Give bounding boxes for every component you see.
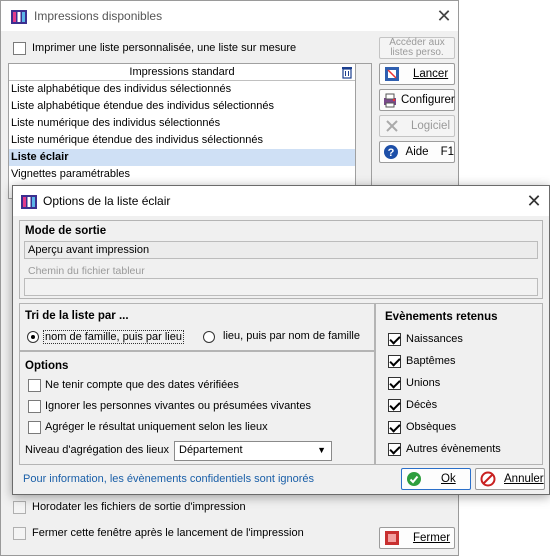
close-label: Fermer — [413, 532, 451, 544]
svg-text:?: ? — [388, 147, 395, 159]
spreadsheet-path-input[interactable] — [24, 278, 538, 296]
close-icon[interactable]: ✕ — [521, 190, 547, 212]
access-lists-label: Accéder aux listes perso. — [389, 37, 445, 58]
options-panel: Options Ne tenir compte que des dates vé… — [19, 351, 375, 465]
timestamp-checkbox[interactable] — [13, 501, 26, 514]
ok-button[interactable]: Ok — [401, 468, 471, 490]
timestamp-label: Horodater les fichiers de sortie d'impre… — [32, 501, 246, 513]
list-header-label: Impressions standard — [129, 66, 235, 78]
launch-button[interactable]: Lancer — [379, 63, 455, 85]
list-item[interactable]: Liste numérique étendue des individus sé… — [9, 132, 355, 149]
baptisms-checkbox[interactable] — [388, 355, 401, 368]
events-panel: Evènements retenus Naissances Baptêmes U… — [375, 303, 543, 465]
sort-title: Tri de la liste par ... — [25, 310, 129, 322]
list-item[interactable]: Liste numérique des individus sélectionn… — [9, 115, 355, 132]
aggregation-level-select[interactable]: Département ▼ — [174, 441, 332, 461]
custom-list-checkbox[interactable] — [13, 42, 26, 55]
cancel-button[interactable]: Annuler — [475, 468, 545, 490]
app-icon — [21, 195, 37, 209]
deaths-checkbox[interactable] — [388, 399, 401, 412]
other-events-label: Autres évènements — [406, 443, 501, 455]
sort-panel: Tri de la liste par ... nom de famille, … — [19, 303, 375, 351]
events-title: Evènements retenus — [385, 311, 498, 323]
help-icon: ? — [382, 143, 401, 161]
aggregate-places-checkbox[interactable] — [28, 421, 41, 434]
output-mode-field[interactable]: Aperçu avant impression — [24, 241, 538, 259]
software-label: Logiciel — [411, 120, 450, 132]
verified-dates-label: Ne tenir compte que des dates vérifiées — [45, 379, 239, 391]
output-mode-title: Mode de sortie — [25, 225, 107, 237]
configure-button[interactable]: Configurer — [379, 89, 455, 111]
verified-dates-checkbox[interactable] — [28, 379, 41, 392]
sort-name-label: nom de famille, puis par lieu — [43, 330, 184, 344]
window-title: Impressions disponibles — [34, 9, 163, 23]
spreadsheet-path-label: Chemin du fichier tableur — [28, 265, 145, 277]
ignore-living-checkbox[interactable] — [28, 400, 41, 413]
configure-label: Configurer — [401, 94, 455, 106]
close-after-checkbox[interactable] — [13, 527, 26, 540]
sort-place-radio[interactable] — [203, 331, 215, 343]
unions-checkbox[interactable] — [388, 377, 401, 390]
print-icon — [382, 65, 402, 83]
printer-settings-icon — [382, 91, 398, 109]
cancel-icon — [478, 470, 498, 488]
chevron-down-icon: ▼ — [317, 445, 326, 455]
baptisms-label: Baptêmes — [406, 355, 456, 367]
launch-label: Lancer — [413, 68, 449, 80]
close-icon[interactable]: ✕ — [431, 5, 457, 27]
sort-name-radio[interactable] — [27, 331, 39, 343]
deaths-label: Décès — [406, 399, 438, 411]
funerals-checkbox[interactable] — [388, 421, 401, 434]
ok-label: Ok — [441, 473, 456, 485]
funerals-label: Obsèques — [406, 421, 457, 433]
list-header: Impressions standard — [9, 64, 355, 81]
help-label: Aide — [405, 146, 429, 158]
close-after-label: Fermer cette fenêtre après le lancement … — [32, 527, 304, 539]
custom-list-label: Imprimer une liste personnalisée, une li… — [32, 42, 297, 54]
help-button[interactable]: ? Aide F1 — [379, 141, 455, 163]
births-label: Naissances — [406, 333, 463, 345]
births-checkbox[interactable] — [388, 333, 401, 346]
window-titlebar: Impressions disponibles ✕ — [1, 1, 458, 31]
tools-icon — [382, 117, 402, 135]
list-item[interactable]: Liste alphabétique des individus sélecti… — [9, 81, 355, 98]
ignore-living-label: Ignorer les personnes vivantes ou présum… — [45, 400, 311, 412]
output-mode-panel: Mode de sortie Aperçu avant impression C… — [19, 220, 543, 299]
options-title: Options — [25, 360, 69, 372]
options-dialog: Options de la liste éclair ✕ Mode de sor… — [12, 185, 550, 495]
aggregation-level-value: Département — [179, 444, 243, 456]
dialog-title: Options de la liste éclair — [43, 194, 171, 208]
aggregate-places-label: Agréger le résultat uniquement selon les… — [45, 421, 268, 433]
close-button[interactable]: Fermer — [379, 527, 455, 549]
confidential-info: Pour information, les évènements confide… — [23, 473, 315, 485]
list-item-selected[interactable]: Liste éclair — [9, 149, 355, 166]
app-icon — [11, 10, 27, 24]
exit-door-icon — [382, 529, 402, 547]
trash-icon[interactable] — [341, 66, 353, 79]
list-item[interactable]: Vignettes paramétrables — [9, 166, 355, 183]
help-shortcut: F1 — [440, 146, 454, 158]
access-lists-button[interactable]: Accéder aux listes perso. — [379, 37, 455, 59]
list-item[interactable]: Liste alphabétique étendue des individus… — [9, 98, 355, 115]
list-scrollbar[interactable] — [356, 63, 372, 199]
unions-label: Unions — [406, 377, 441, 389]
software-button[interactable]: Logiciel — [379, 115, 455, 137]
cancel-label: Annuler — [504, 473, 544, 485]
check-circle-icon — [404, 470, 424, 488]
aggregation-level-label: Niveau d'agrégation des lieux — [25, 444, 169, 456]
sort-place-label: lieu, puis par nom de famille — [223, 330, 360, 342]
standard-print-list[interactable]: Impressions standard Liste alphabétique … — [8, 63, 356, 199]
dialog-titlebar: Options de la liste éclair ✕ — [13, 186, 549, 216]
other-events-checkbox[interactable] — [388, 443, 401, 456]
